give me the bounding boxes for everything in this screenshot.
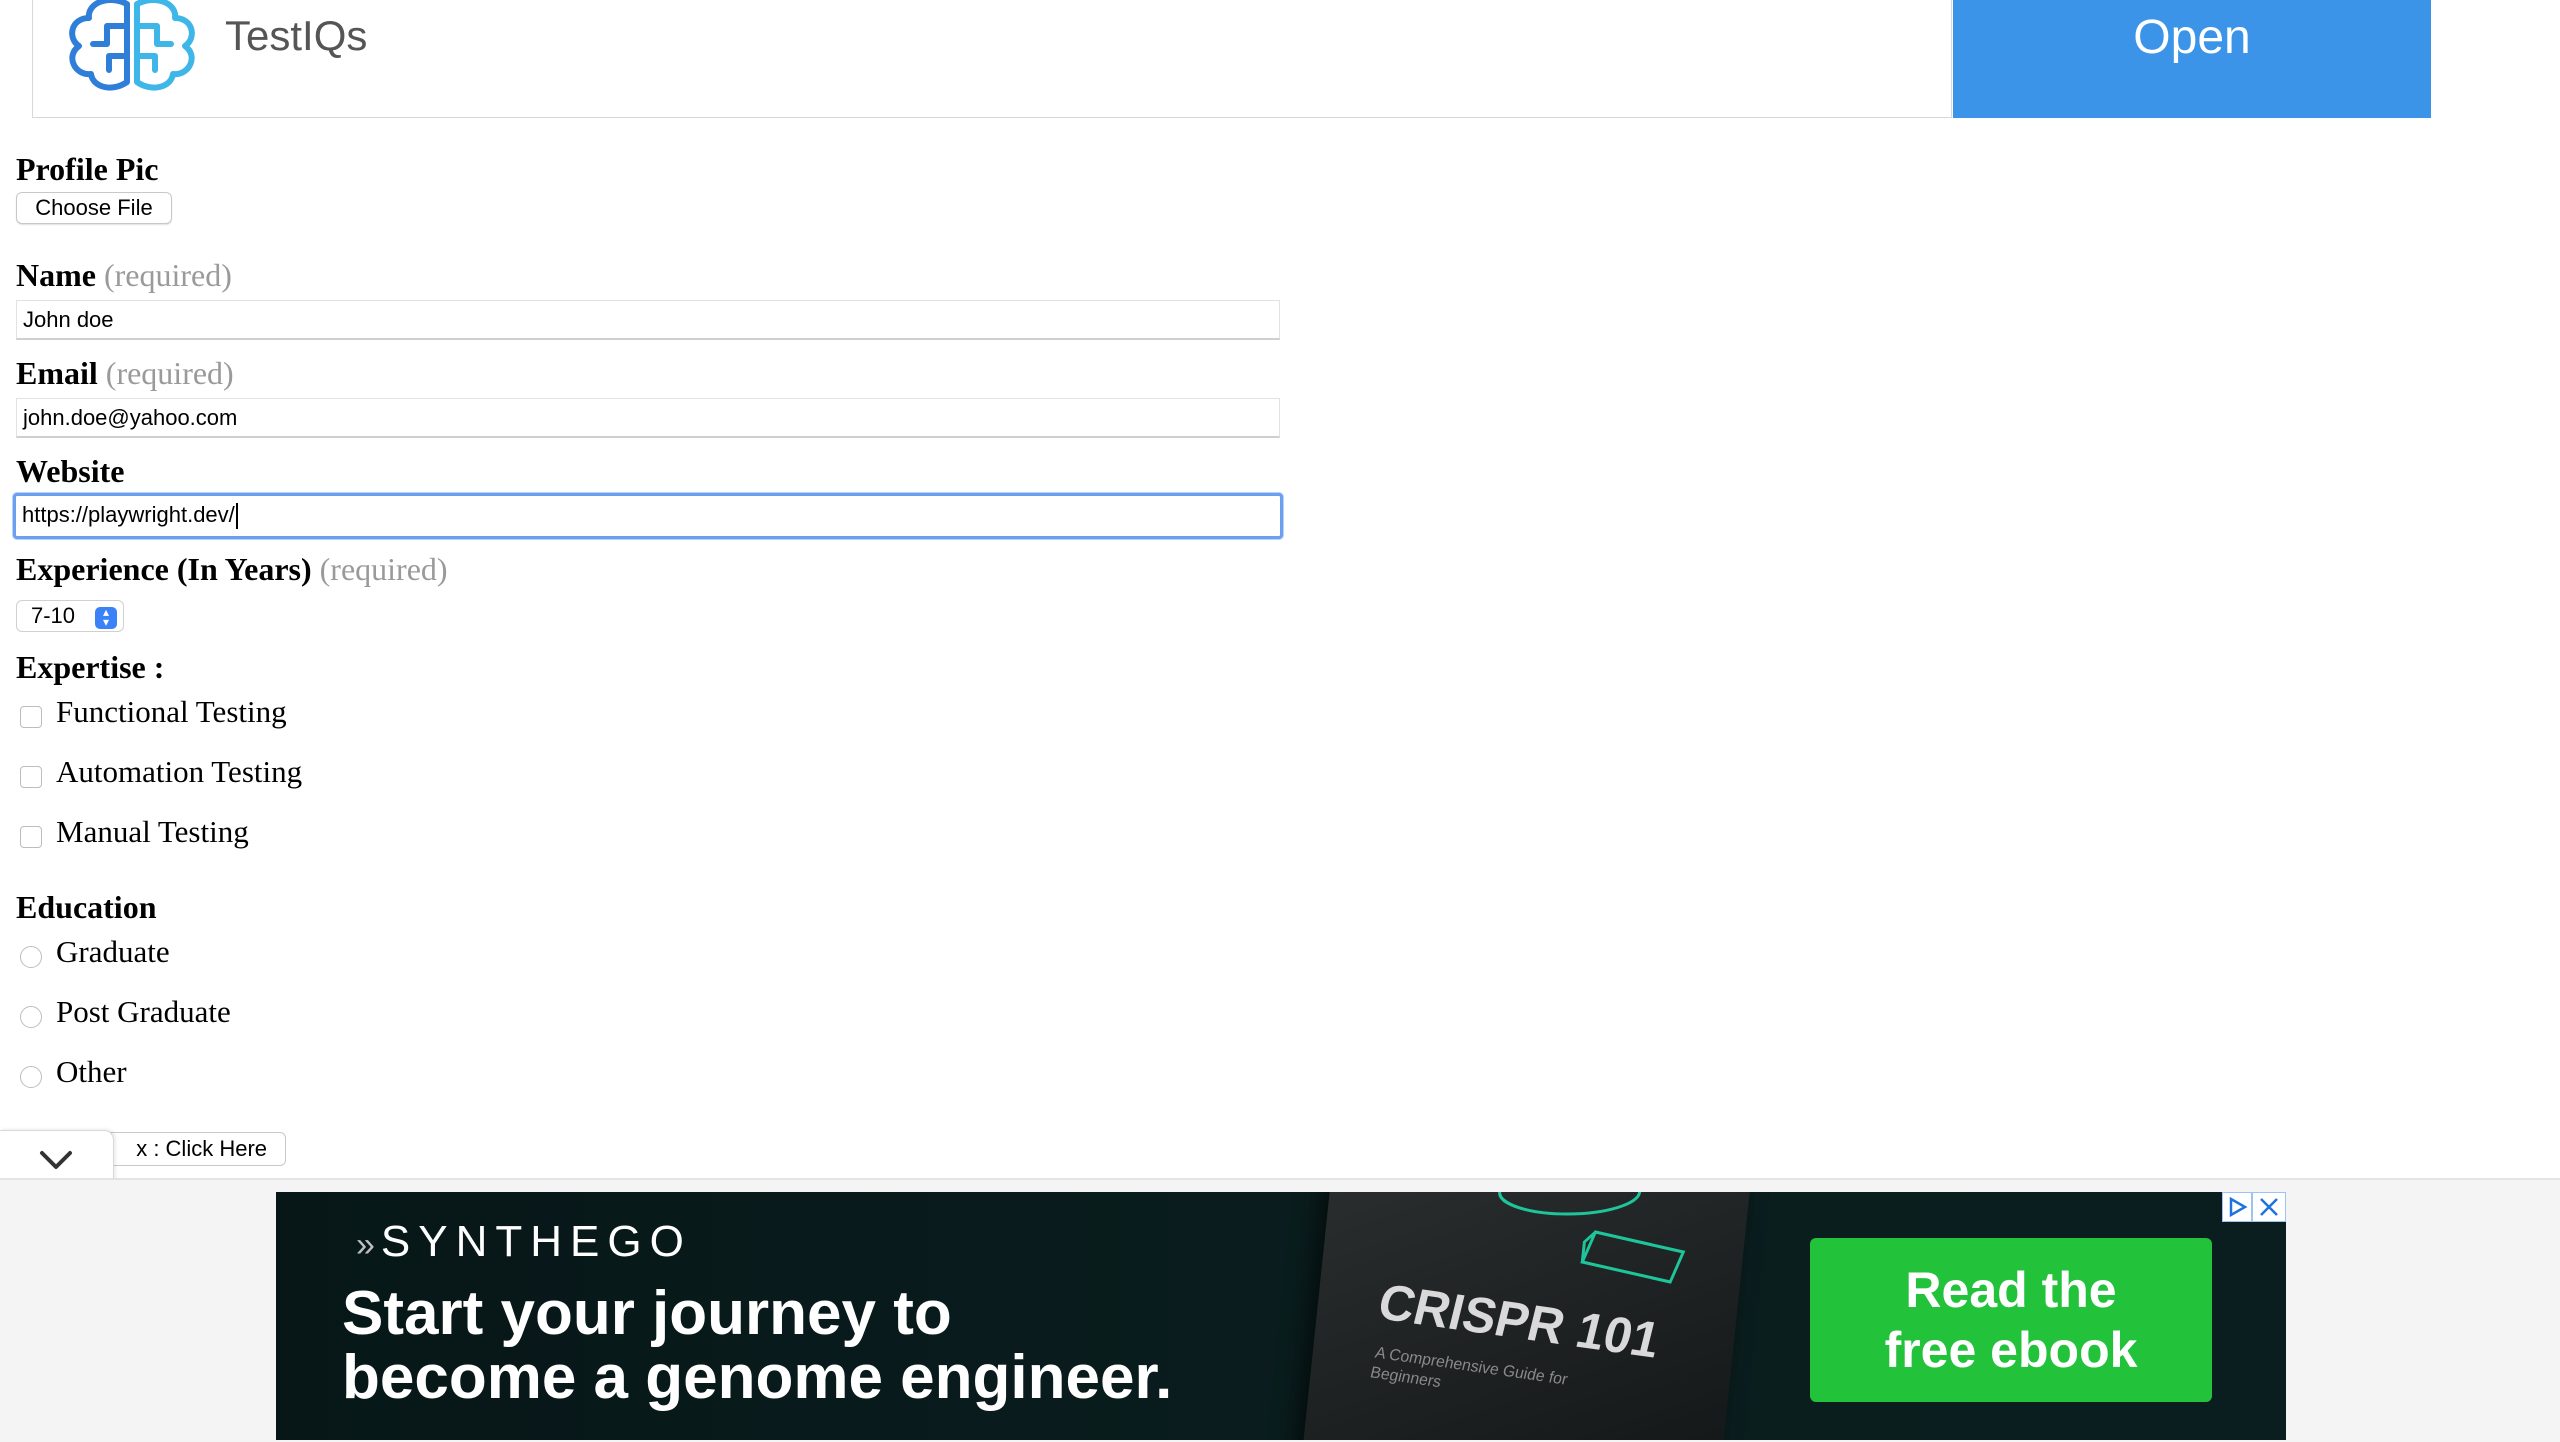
education-label-text: Education	[16, 889, 157, 925]
email-label: Email (required)	[16, 354, 234, 392]
email-required-hint: (required)	[105, 355, 234, 391]
expertise-label: Expertise :	[16, 648, 164, 686]
synthego-logo: » SYNTHEGO	[356, 1214, 692, 1273]
graduate-label: Graduate	[56, 934, 170, 969]
bottom-ad-banner[interactable]: » SYNTHEGO Start your journey to become a…	[276, 1192, 2286, 1440]
choose-file-button[interactable]: Choose File	[16, 192, 172, 224]
select-stepper-icon: ▴ ▾	[95, 606, 117, 629]
email-label-text: Email	[16, 355, 98, 391]
post-graduate-label: Post Graduate	[56, 994, 231, 1029]
ebook-cover-image: CRISPR 101 A Comprehensive Guide for Beg…	[1300, 1192, 1752, 1440]
email-input[interactable]: john.doe@yahoo.com	[16, 398, 1280, 438]
top-ad-open-button[interactable]: Open	[1953, 0, 2431, 118]
experience-select[interactable]: 7-10 ▴ ▾	[16, 600, 124, 632]
read-ebook-button[interactable]: Read the free ebook	[1810, 1238, 2212, 1402]
brain-logo-icon	[69, 0, 195, 91]
graduate-radio[interactable]	[20, 946, 42, 968]
education-label: Education	[16, 888, 156, 926]
name-label: Name (required)	[16, 256, 232, 294]
alert-box-button[interactable]: x : Click Here	[106, 1132, 286, 1166]
email-input-value: john.doe@yahoo.com	[23, 405, 238, 430]
ad-headline-line2: become a genome engineer.	[342, 1343, 1173, 1412]
experience-required-hint: (required)	[319, 551, 448, 587]
website-label: Website	[16, 452, 124, 490]
website-input[interactable]: https://playwright.dev/	[13, 493, 1283, 539]
automation-testing-checkbox[interactable]	[20, 766, 42, 788]
ad-headline: Start your journey to become a genome en…	[342, 1282, 1342, 1410]
cta-line1: Read the	[1905, 1262, 2117, 1318]
close-icon[interactable]	[2252, 1192, 2286, 1222]
experience-selected-value: 7-10	[31, 603, 76, 628]
synthego-brand-text: SYNTHEGO	[380, 1217, 692, 1266]
website-label-text: Website	[16, 453, 125, 489]
other-label: Other	[56, 1054, 127, 1089]
adchoices-icon[interactable]	[2222, 1192, 2252, 1222]
functional-testing-label: Functional Testing	[56, 694, 287, 729]
chevron-down-icon	[40, 1151, 72, 1169]
experience-label-text: Experience (In Years)	[16, 551, 312, 587]
profile-pic-label-text: Profile Pic	[16, 151, 159, 187]
name-required-hint: (required)	[103, 257, 232, 293]
other-radio[interactable]	[20, 1066, 42, 1088]
experience-label: Experience (In Years) (required)	[16, 550, 448, 588]
top-ad-banner[interactable]: TestIQs Open	[16, 0, 2431, 118]
manual-testing-checkbox[interactable]	[20, 826, 42, 848]
functional-testing-checkbox[interactable]	[20, 706, 42, 728]
cta-line2: free ebook	[1884, 1322, 2138, 1378]
top-ad-brand: TestIQs	[225, 12, 368, 59]
website-input-value: https://playwright.dev/	[22, 502, 235, 527]
top-ad-content[interactable]: TestIQs Open	[32, 0, 2431, 118]
book-illustration-icon	[1498, 1192, 1686, 1284]
profile-pic-label: Profile Pic	[16, 150, 158, 188]
post-graduate-radio[interactable]	[20, 1006, 42, 1028]
ad-headline-line1: Start your journey to	[342, 1279, 952, 1348]
expertise-label-text: Expertise :	[16, 649, 165, 685]
text-caret	[235, 503, 238, 530]
manual-testing-label: Manual Testing	[56, 814, 249, 849]
synthego-mark-icon: »	[356, 1226, 375, 1264]
name-input-value: John doe	[23, 307, 114, 332]
name-label-text: Name	[16, 257, 96, 293]
name-input[interactable]: John doe	[16, 300, 1280, 340]
automation-testing-label: Automation Testing	[56, 754, 303, 789]
